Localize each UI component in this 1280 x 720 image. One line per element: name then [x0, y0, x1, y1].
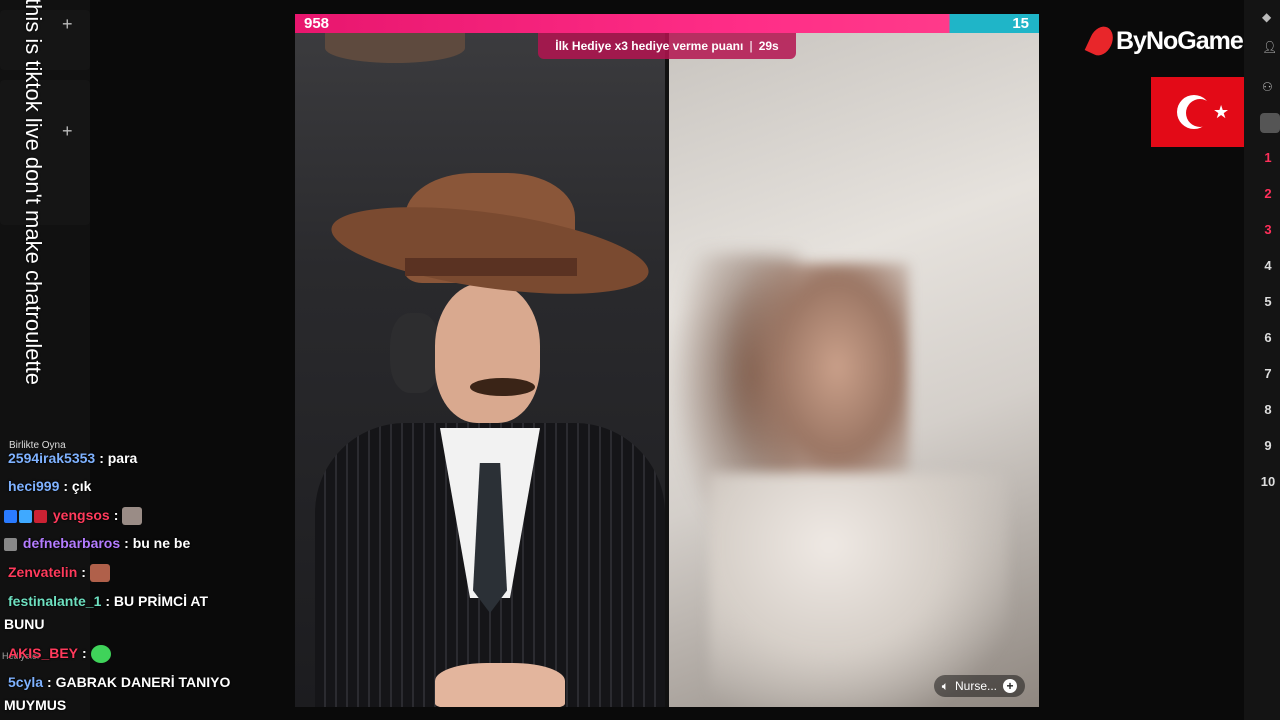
diamond-icon: ◆ — [1262, 10, 1272, 24]
rank-number: 2 — [1264, 186, 1272, 201]
badge-icon — [34, 509, 47, 523]
rank-number: 4 — [1264, 258, 1272, 273]
chat-message: festinalante_1: BU PRİMCİ AT — [8, 593, 208, 609]
emote-icon — [89, 564, 110, 583]
rank-number: 3 — [1264, 222, 1272, 237]
chat-username[interactable]: Zenvatelin — [8, 564, 77, 580]
guest-body — [709, 473, 1009, 707]
chat-message: heci999: çık — [8, 478, 91, 494]
add-icon[interactable]: + — [62, 121, 73, 142]
gift-banner: İlk Hediye x3 hediye verme puanı | 29s — [538, 33, 796, 59]
brand-name: ByNoGame — [1116, 26, 1244, 55]
emote-icon — [90, 645, 111, 664]
turkey-flag-icon: ★ — [1151, 77, 1254, 147]
follow-plus-icon[interactable]: + — [1003, 679, 1017, 693]
chat-message: 5cyla: GABRAK DANERİ TANIYO — [8, 674, 230, 690]
chat-username[interactable]: festinalante_1 — [8, 593, 101, 609]
face — [435, 283, 540, 423]
host-video — [295, 33, 665, 707]
rank-number: 8 — [1264, 402, 1272, 417]
hands — [435, 663, 565, 707]
video-caption: this is tiktok live don't make chatroule… — [21, 0, 46, 385]
badge-icon — [19, 509, 32, 523]
live-stream[interactable]: 958 15 🔈︎ Nurse... + İlk Hediye x3 hediy… — [295, 14, 1039, 707]
chat-username[interactable]: defnebarbaros — [23, 535, 120, 551]
flag-crescent-cut — [1186, 99, 1214, 127]
guest-video: 🔈︎ Nurse... + — [669, 33, 1039, 707]
add-icon[interactable]: + — [62, 14, 73, 35]
users-icon[interactable]: ⚇ — [1262, 80, 1273, 94]
viewer-rank-column — [1244, 0, 1280, 720]
chat-message: 2594irak5353: para — [8, 450, 137, 466]
lamp — [325, 33, 465, 63]
chat-message: yengsos: — [4, 507, 143, 526]
score-right: 15 — [1012, 15, 1029, 32]
brand-logo: ByNoGame — [1084, 22, 1244, 60]
chat-username[interactable]: AKIS_BEY — [8, 645, 78, 661]
chat-message: defnebarbaros: bu ne be — [4, 535, 190, 551]
rank-number: 7 — [1264, 366, 1272, 381]
chat-message: AKIS_BEY: — [8, 645, 111, 664]
guest-tag[interactable]: 🔈︎ Nurse... + — [933, 675, 1025, 697]
gift-banner-text: İlk Hediye x3 hediye verme puanı — [555, 39, 744, 53]
chat-text: : GABRAK DANERİ TANIYO — [47, 674, 231, 690]
rank-number: 10 — [1260, 474, 1276, 489]
chat-text: : para — [99, 450, 138, 466]
rank-tab[interactable] — [1260, 113, 1280, 133]
chat-message-continued: MUYMUS — [4, 697, 66, 713]
chat-username[interactable]: heci999 — [8, 478, 59, 494]
chat-username[interactable]: 5cyla — [8, 674, 43, 690]
speaker-icon[interactable]: 🔈︎ — [942, 679, 949, 694]
chat-text: : çık — [63, 478, 92, 494]
user-icon[interactable]: 👤︎ — [1262, 40, 1277, 54]
rank-number: 1 — [1264, 150, 1272, 165]
rank-number: 6 — [1264, 330, 1272, 345]
battle-score-bar: 958 15 — [295, 14, 1039, 33]
chat-username[interactable]: 2594irak5353 — [8, 450, 95, 466]
badge-icon — [4, 509, 17, 523]
rank-number: 9 — [1264, 438, 1272, 453]
mustache-filter — [470, 378, 535, 396]
chat-message-continued: BUNU — [4, 616, 44, 632]
chat-text: MUYMUS — [4, 697, 67, 713]
chat-text: : — [113, 507, 119, 523]
chat-username[interactable]: yengsos — [53, 507, 110, 523]
hat-band — [405, 258, 577, 276]
chat-text: : BU PRİMCİ AT — [105, 593, 209, 609]
badge-icon — [4, 537, 17, 551]
rank-number: 5 — [1264, 294, 1272, 309]
guest-name[interactable]: Nurse... — [955, 679, 997, 693]
chat-text: : — [82, 645, 87, 661]
brand-mark-icon — [1084, 22, 1118, 60]
chat-text: : — [81, 564, 86, 580]
headphone — [390, 313, 440, 393]
gift-timer: 29s — [758, 39, 779, 53]
emote-icon — [122, 507, 143, 526]
flag-star-icon: ★ — [1213, 102, 1230, 122]
chat-text: : bu ne be — [124, 535, 191, 551]
chat-message: Zenvatelin: — [8, 564, 110, 583]
score-left: 958 — [304, 15, 330, 32]
chat-text: BUNU — [4, 616, 45, 632]
